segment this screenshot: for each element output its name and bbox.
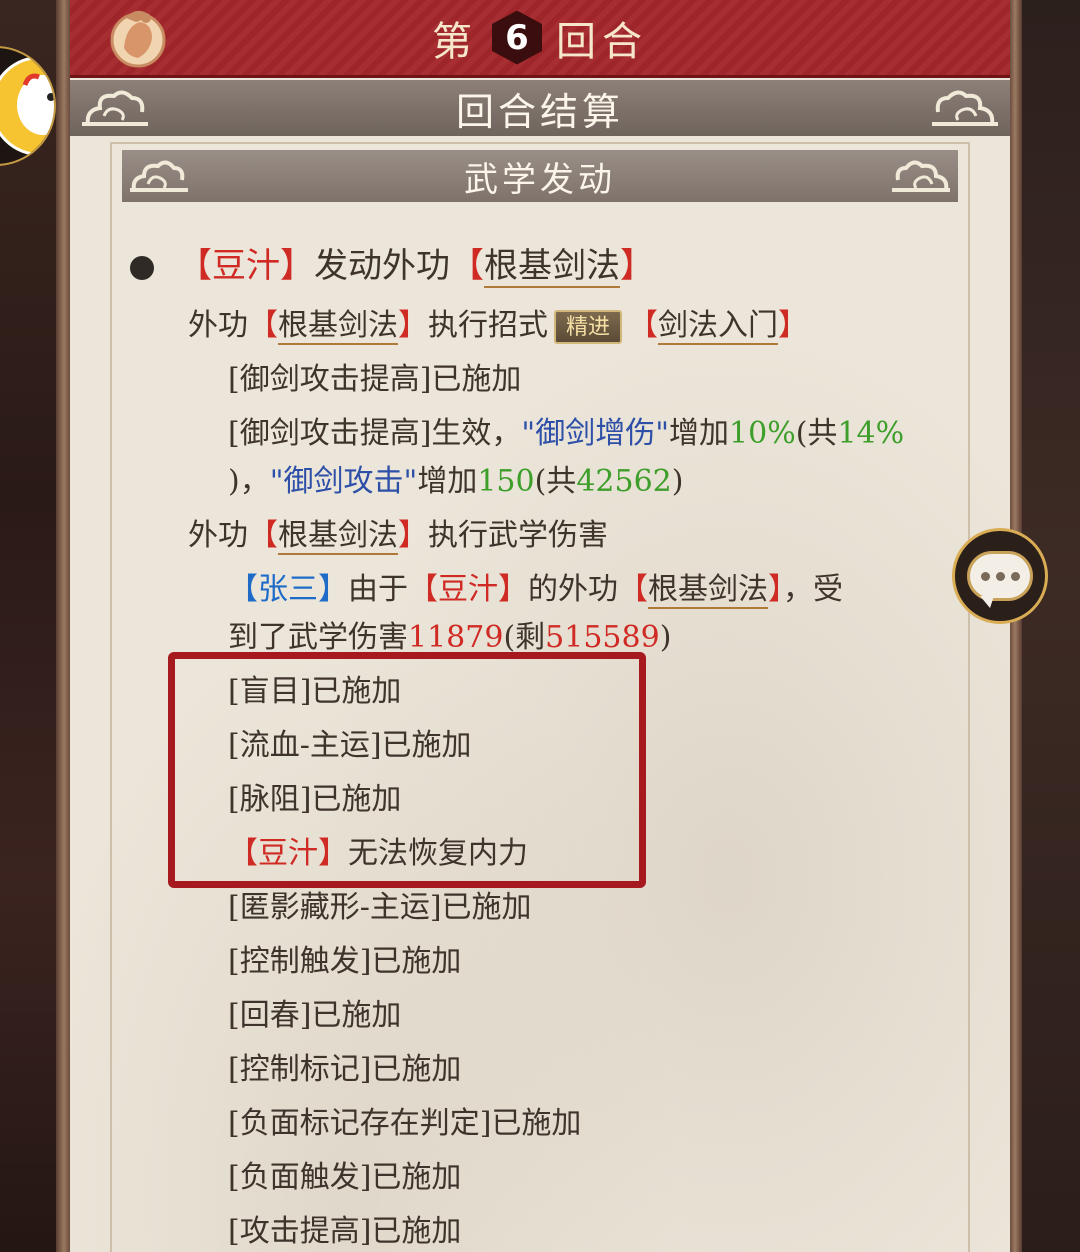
bracket: 】	[398, 518, 428, 553]
bracket: 【	[618, 572, 648, 607]
log-status-applied: [控制标记]已施加	[228, 1052, 462, 1087]
character-portrait-icon	[110, 10, 166, 68]
prefix-text: 外功	[188, 308, 248, 343]
avatar-icon	[0, 56, 54, 156]
effect-text: )，	[228, 464, 270, 499]
actor-name: 豆汁	[212, 246, 280, 286]
attacker-name: 豆汁	[438, 572, 498, 607]
bullet-icon	[130, 256, 154, 280]
log-status-applied: [匿影藏形-主运]已施加	[228, 890, 532, 925]
chat-bubble-icon	[967, 551, 1033, 608]
cloud-ornament-icon	[892, 160, 950, 192]
skill-name: 根基剑法	[648, 572, 768, 609]
tail-text: ，受	[783, 572, 843, 607]
section-title: 武学发动	[464, 159, 616, 200]
remain-label: (剩	[503, 620, 546, 655]
prefix-text: 外功	[188, 518, 248, 553]
avatar-button[interactable]	[0, 46, 56, 166]
section-header: 武学发动	[122, 150, 958, 202]
because-text: 由于	[348, 572, 408, 607]
log-damage-1: 【张三】由于【豆汁】的外功【根基剑法】，受	[228, 564, 843, 609]
log-exec-damage: 外功【根基剑法】执行武学伤害	[188, 510, 608, 555]
log-damage-2: 到了武学伤害11879(剩515589)	[228, 612, 671, 656]
settlement-title: 回合结算	[455, 89, 624, 134]
round-number-badge: 6	[492, 10, 542, 65]
of-text: 的外功	[528, 572, 618, 607]
target-name: 张三	[258, 572, 318, 607]
log-status-applied: [负面标记存在判定]已施加	[228, 1106, 582, 1141]
log-status-applied: [攻击提高]已施加	[228, 1214, 462, 1249]
cloud-ornament-icon	[130, 160, 188, 192]
bracket: 】	[398, 308, 428, 343]
bracket: 【	[248, 518, 278, 553]
chat-button[interactable]	[952, 528, 1048, 624]
log-status-applied: [控制触发]已施加	[228, 944, 462, 979]
round-header: 第 6 回合	[70, 0, 1010, 78]
bracket: 】	[620, 246, 654, 286]
log-status-applied: [负面触发]已施加	[228, 1160, 462, 1195]
verb-text: 执行武学伤害	[428, 518, 608, 553]
damage-amount: 11879	[408, 620, 504, 655]
bracket: 】	[318, 572, 348, 607]
bracket: 】	[778, 308, 809, 343]
round-title: 第 6 回合	[432, 9, 648, 67]
refine-badge: 精进	[554, 310, 623, 344]
total-label: (共	[795, 416, 838, 451]
cloud-ornament-icon	[932, 90, 998, 126]
total-label: (共	[534, 464, 577, 499]
remain-hp: 515589	[545, 620, 660, 655]
settlement-header: 回合结算	[70, 80, 1010, 136]
frame-right	[1008, 0, 1022, 1252]
increase-text: 增加	[669, 416, 730, 451]
skill-name: 根基剑法	[278, 518, 398, 555]
close-paren: )	[671, 464, 684, 499]
log-status-applied: [回春]已施加	[228, 998, 402, 1033]
stat-name: "御剑攻击"	[269, 464, 418, 499]
log-buff-effect-2: )，"御剑攻击"增加150(共42562)	[228, 456, 683, 500]
bracket: 】	[498, 572, 528, 607]
bracket: 【	[450, 246, 484, 286]
log-buff-effect-1: [御剑攻击提高]生效，"御剑增伤"增加10%(共14%	[228, 408, 904, 452]
increase-text: 增加	[417, 464, 478, 499]
dot	[980, 571, 990, 581]
action-text: 发动外功	[314, 246, 450, 286]
log-buff-applied: [御剑攻击提高]已施加	[228, 362, 522, 397]
bracket: 】	[768, 572, 783, 607]
move-name: 剑法入门	[658, 308, 779, 345]
verb-text: 执行招式	[428, 308, 548, 343]
stat-name: "御剑增伤"	[521, 416, 670, 451]
round-suffix: 回合	[556, 18, 648, 65]
stat-total: 14%	[837, 416, 905, 451]
bracket: 【	[228, 572, 258, 607]
log-main-line: 【豆汁】发动外功【根基剑法】	[130, 238, 654, 288]
bracket: 【	[408, 572, 438, 607]
bracket: 【	[178, 246, 212, 286]
stat-value: 150	[477, 464, 535, 499]
stat-total: 42562	[576, 464, 672, 499]
skill-name: 根基剑法	[484, 246, 620, 288]
skill-name: 根基剑法	[278, 308, 398, 345]
stat-value: 10%	[729, 416, 796, 451]
dot	[1010, 571, 1020, 581]
round-prefix: 第	[432, 18, 478, 65]
bracket: 】	[280, 246, 314, 286]
log-exec-move: 外功【根基剑法】执行招式 精进 【剑法入门】	[188, 300, 809, 345]
close-paren: )	[659, 620, 672, 655]
effect-text: [御剑攻击提高]生效，	[228, 416, 522, 451]
highlight-box	[168, 652, 646, 888]
bracket: 【	[248, 308, 278, 343]
bracket: 【	[628, 308, 659, 343]
cloud-ornament-icon	[82, 90, 148, 126]
chicken-face-icon	[17, 73, 54, 135]
damage-text: 到了武学伤害	[228, 620, 408, 655]
dot	[995, 571, 1005, 581]
